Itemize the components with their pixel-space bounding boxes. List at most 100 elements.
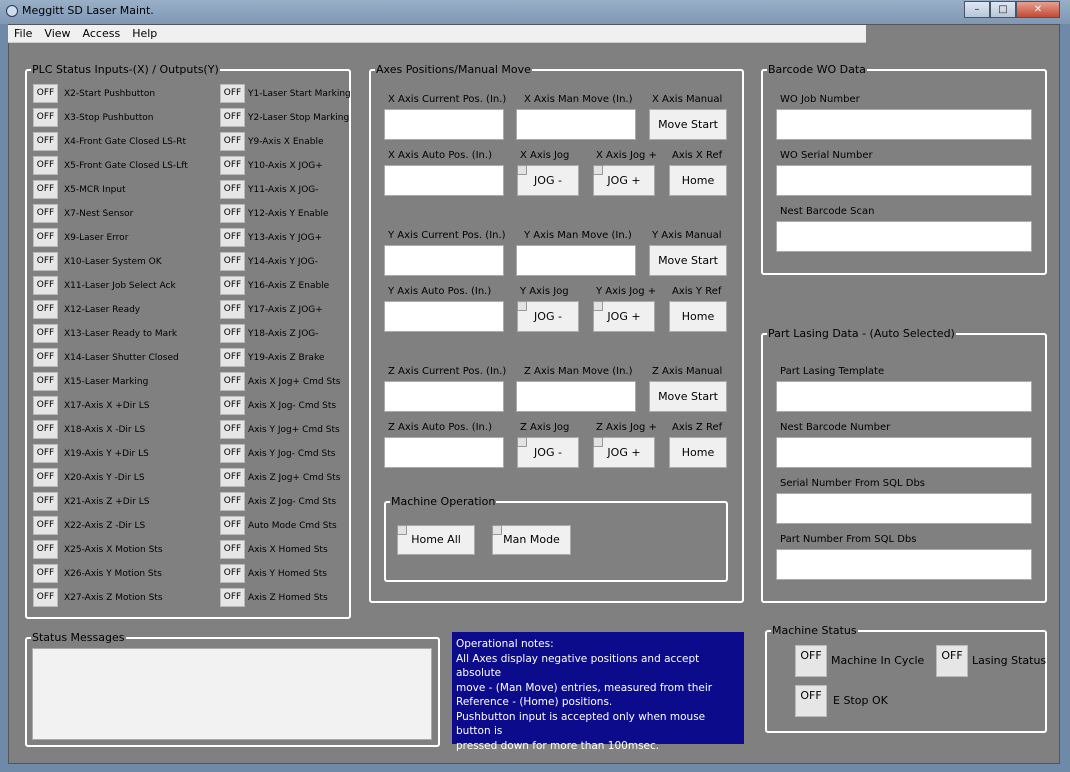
z-axis-jog-plus-checkbox[interactable] xyxy=(593,437,603,447)
input-status-indicator[interactable]: OFF xyxy=(33,252,58,271)
input-status-indicator[interactable]: OFF xyxy=(33,396,58,415)
menu-help[interactable]: Help xyxy=(126,27,163,40)
nest-barcode-number-field[interactable] xyxy=(776,437,1032,468)
part-lasing-template-field[interactable] xyxy=(776,381,1032,412)
input-signal-label: X18-Axis X -Dir LS xyxy=(64,425,146,435)
z-axis-current-pos-label: Z Axis Current Pos. (In.) xyxy=(388,366,507,377)
e-stop-ok-label: E Stop OK xyxy=(833,694,888,707)
x-axis-move-start-button[interactable]: Move Start xyxy=(649,109,727,140)
notes-line: Pushbutton input is accepted only when m… xyxy=(456,710,706,738)
input-status-indicator[interactable]: OFF xyxy=(33,180,58,199)
y-axis-current-pos-field[interactable] xyxy=(384,245,504,276)
x-axis-jog-plus-checkbox[interactable] xyxy=(593,165,603,175)
nest-barcode-scan-field[interactable] xyxy=(776,221,1032,252)
output-status-indicator[interactable]: OFF xyxy=(220,132,245,151)
output-status-indicator[interactable]: OFF xyxy=(220,540,245,559)
input-status-indicator[interactable]: OFF xyxy=(33,108,58,127)
output-status-indicator[interactable]: OFF xyxy=(220,516,245,535)
input-status-indicator[interactable]: OFF xyxy=(33,516,58,535)
input-status-indicator[interactable]: OFF xyxy=(33,468,58,487)
x-axis-current-pos-field[interactable] xyxy=(384,109,504,140)
input-status-indicator[interactable]: OFF xyxy=(33,564,58,583)
output-status-indicator[interactable]: OFF xyxy=(220,84,245,103)
z-axis-man-move-label: Z Axis Man Move (In.) xyxy=(524,366,633,377)
output-status-indicator[interactable]: OFF xyxy=(220,588,245,607)
status-messages-box[interactable] xyxy=(32,648,432,740)
z-axis-jog-minus-checkbox[interactable] xyxy=(517,437,527,447)
input-status-indicator[interactable]: OFF xyxy=(33,84,58,103)
z-axis-current-pos-field[interactable] xyxy=(384,381,504,412)
menu-access[interactable]: Access xyxy=(77,27,127,40)
output-status-indicator[interactable]: OFF xyxy=(220,324,245,343)
minimize-icon[interactable]: – xyxy=(964,1,990,18)
x-axis-jog-minus-checkbox[interactable] xyxy=(517,165,527,175)
lasing-status-indicator[interactable]: OFF xyxy=(936,645,968,677)
input-status-indicator[interactable]: OFF xyxy=(33,444,58,463)
x-axis-man-move-label: X Axis Man Move (In.) xyxy=(524,94,633,105)
output-status-indicator[interactable]: OFF xyxy=(220,492,245,511)
serial-number-sql-field[interactable] xyxy=(776,493,1032,524)
output-status-indicator[interactable]: OFF xyxy=(220,156,245,175)
menu-view[interactable]: View xyxy=(38,27,76,40)
input-status-indicator[interactable]: OFF xyxy=(33,372,58,391)
z-axis-home-button[interactable]: Home xyxy=(669,437,727,468)
output-status-indicator[interactable]: OFF xyxy=(220,180,245,199)
input-signal-label: X14-Laser Shutter Closed xyxy=(64,353,179,363)
input-status-indicator[interactable]: OFF xyxy=(33,420,58,439)
input-status-indicator[interactable]: OFF xyxy=(33,492,58,511)
y-axis-jog-minus-checkbox[interactable] xyxy=(517,301,527,311)
y-axis-move-start-button[interactable]: Move Start xyxy=(649,245,727,276)
output-status-indicator[interactable]: OFF xyxy=(220,276,245,295)
menu-file[interactable]: File xyxy=(8,27,38,40)
output-status-indicator[interactable]: OFF xyxy=(220,468,245,487)
z-axis-auto-pos-field[interactable] xyxy=(384,437,504,468)
e-stop-ok-indicator[interactable]: OFF xyxy=(795,685,827,717)
wo-serial-number-field[interactable] xyxy=(776,165,1032,196)
output-status-indicator[interactable]: OFF xyxy=(220,396,245,415)
y-axis-auto-pos-field[interactable] xyxy=(384,301,504,332)
input-status-indicator[interactable]: OFF xyxy=(33,204,58,223)
y-axis-home-button[interactable]: Home xyxy=(669,301,727,332)
maximize-icon[interactable]: □ xyxy=(990,1,1016,18)
z-axis-move-start-button[interactable]: Move Start xyxy=(649,381,727,412)
output-status-indicator[interactable]: OFF xyxy=(220,108,245,127)
output-status-indicator[interactable]: OFF xyxy=(220,204,245,223)
input-status-indicator[interactable]: OFF xyxy=(33,300,58,319)
home-all-checkbox[interactable] xyxy=(397,525,407,535)
y-axis-jog-plus-checkbox[interactable] xyxy=(593,301,603,311)
x-axis-man-move-field[interactable] xyxy=(516,109,636,140)
input-status-indicator[interactable]: OFF xyxy=(33,156,58,175)
home-all-button[interactable]: Home All xyxy=(397,525,475,555)
output-status-indicator[interactable]: OFF xyxy=(220,444,245,463)
input-status-indicator[interactable]: OFF xyxy=(33,540,58,559)
x-axis-home-button[interactable]: Home xyxy=(669,165,727,196)
input-signal-label: X15-Laser Marking xyxy=(64,377,149,387)
output-status-indicator[interactable]: OFF xyxy=(220,372,245,391)
output-signal-label: Axis Z Jog+ Cmd Sts xyxy=(248,473,341,483)
output-status-indicator[interactable]: OFF xyxy=(220,564,245,583)
output-signal-label: Y12-Axis Y Enable xyxy=(248,209,329,219)
output-signal-label: Y14-Axis Y JOG- xyxy=(248,257,318,267)
machine-in-cycle-indicator[interactable]: OFF xyxy=(795,645,827,677)
man-mode-checkbox[interactable] xyxy=(492,525,502,535)
y-axis-man-move-field[interactable] xyxy=(516,245,636,276)
input-status-indicator[interactable]: OFF xyxy=(33,348,58,367)
output-status-indicator[interactable]: OFF xyxy=(220,300,245,319)
output-status-indicator[interactable]: OFF xyxy=(220,252,245,271)
close-icon[interactable]: ✕ xyxy=(1016,1,1060,18)
input-status-indicator[interactable]: OFF xyxy=(33,132,58,151)
output-status-indicator[interactable]: OFF xyxy=(220,228,245,247)
output-signal-label: Axis X Homed Sts xyxy=(248,545,328,555)
output-status-indicator[interactable]: OFF xyxy=(220,420,245,439)
part-number-sql-field[interactable] xyxy=(776,549,1032,580)
input-status-indicator[interactable]: OFF xyxy=(33,276,58,295)
man-mode-button[interactable]: Man Mode xyxy=(492,525,571,555)
input-status-indicator[interactable]: OFF xyxy=(33,324,58,343)
y-axis-auto-pos-label: Y Axis Auto Pos. (In.) xyxy=(388,286,492,297)
input-status-indicator[interactable]: OFF xyxy=(33,228,58,247)
x-axis-auto-pos-field[interactable] xyxy=(384,165,504,196)
input-status-indicator[interactable]: OFF xyxy=(33,588,58,607)
output-status-indicator[interactable]: OFF xyxy=(220,348,245,367)
wo-job-number-field[interactable] xyxy=(776,109,1032,140)
z-axis-man-move-field[interactable] xyxy=(516,381,636,412)
